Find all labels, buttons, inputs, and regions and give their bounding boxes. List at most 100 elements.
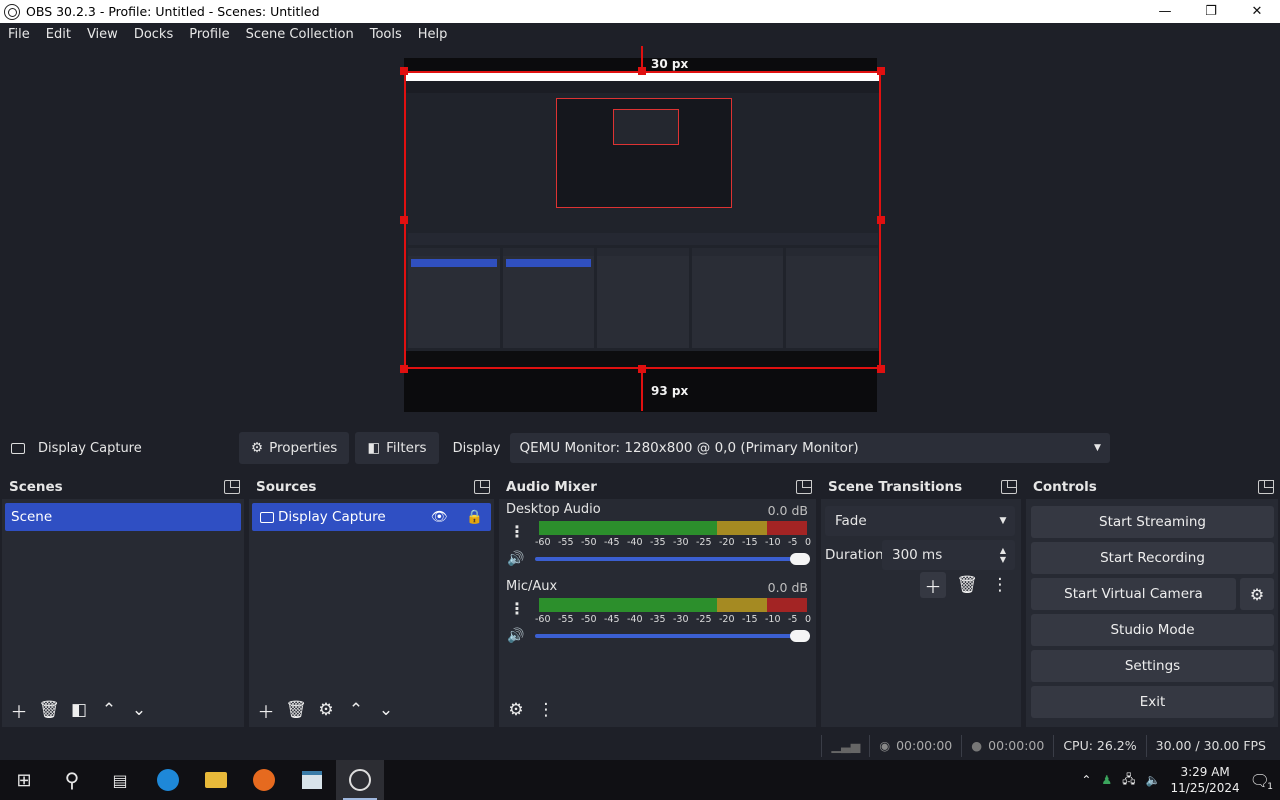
transition-select[interactable]: Fade ▼ [825, 506, 1015, 536]
move-up-icon[interactable]: ⌃ [96, 697, 122, 723]
search-icon[interactable]: ⚲ [48, 760, 96, 800]
settings-button[interactable]: Settings [1031, 650, 1274, 682]
add-scene-icon[interactable]: ＋ [6, 697, 32, 723]
menu-profile[interactable]: Profile [181, 27, 237, 42]
scale-tick: -15 [742, 614, 758, 625]
duration-spinbox[interactable]: 300 ms ▲ ▼ [882, 540, 1015, 570]
trash-icon[interactable]: 🗑 [36, 697, 62, 723]
sources-title: Sources [256, 479, 317, 495]
menu-scene-collection[interactable]: Scene Collection [238, 27, 362, 42]
move-down-icon[interactable]: ⌄ [126, 697, 152, 723]
restore-button[interactable]: ❐ [1188, 0, 1234, 23]
resize-handle-mr[interactable] [877, 216, 885, 224]
studio-mode-button[interactable]: Studio Mode [1031, 614, 1274, 646]
add-source-icon[interactable]: ＋ [253, 697, 279, 723]
slider-knob[interactable] [790, 630, 810, 642]
windows-start-icon[interactable]: ⊞ [0, 760, 48, 800]
volume-meter [539, 521, 807, 535]
start-streaming-button[interactable]: Start Streaming [1031, 506, 1274, 538]
chevron-up-icon[interactable]: ⌃ [1081, 773, 1091, 787]
advanced-audio-gear-icon[interactable]: ⚙ [503, 697, 529, 723]
filter-icon[interactable]: ◧ [66, 697, 92, 723]
menu-tools[interactable]: Tools [362, 27, 410, 42]
visibility-eye-icon[interactable]: 👁 [431, 509, 448, 525]
volume-slider[interactable] [535, 553, 810, 565]
volume-slider[interactable] [535, 630, 810, 642]
notepad-icon[interactable] [288, 760, 336, 800]
kebab-menu-icon[interactable]: ⋮ [507, 599, 527, 619]
menu-bar: File Edit View Docks Profile Scene Colle… [0, 23, 1280, 46]
resize-handle-ml[interactable] [400, 216, 408, 224]
volume-icon[interactable]: 🔈 [1146, 773, 1161, 787]
resize-handle-tl[interactable] [400, 67, 408, 75]
record-icon: ● [971, 738, 983, 753]
nested-dock [408, 248, 500, 348]
resize-handle-br[interactable] [877, 365, 885, 373]
firefox-icon[interactable] [240, 760, 288, 800]
resize-handle-bl[interactable] [400, 365, 408, 373]
spin-arrows-icon[interactable]: ▲ ▼ [991, 540, 1015, 570]
scale-tick: -45 [604, 614, 620, 625]
source-item[interactable]: Display Capture 👁 🔒 [252, 503, 491, 531]
obs-taskbar-icon[interactable] [336, 760, 384, 800]
add-transition-icon[interactable]: ＋ [920, 572, 946, 598]
record-time: 00:00:00 [988, 738, 1045, 753]
sources-dock: Sources Display Capture 👁 🔒 ＋ 🗑 ⚙ ⌃ ⌄ [249, 475, 494, 727]
nested-preview-inner [613, 109, 679, 145]
undock-icon[interactable] [474, 480, 490, 494]
scene-item[interactable]: Scene [5, 503, 241, 531]
properties-button[interactable]: ⚙ Properties [239, 432, 350, 464]
kebab-menu-icon[interactable]: ⋮ [987, 572, 1013, 598]
user-icon[interactable]: ♟ [1101, 773, 1112, 787]
trash-icon[interactable]: 🗑 [283, 697, 309, 723]
filters-button[interactable]: ◧ Filters [355, 432, 439, 464]
menu-file[interactable]: File [0, 27, 38, 42]
lock-icon[interactable]: 🔒 [466, 509, 483, 525]
controls-body: Start Streaming Start Recording Start Vi… [1026, 500, 1278, 727]
move-down-icon[interactable]: ⌄ [373, 697, 399, 723]
file-explorer-icon[interactable] [192, 760, 240, 800]
edge-browser-icon[interactable] [144, 760, 192, 800]
kebab-menu-icon[interactable]: ⋮ [507, 522, 527, 542]
network-icon[interactable]: 🖧 [1122, 770, 1135, 791]
resize-handle-tr[interactable] [877, 67, 885, 75]
clock[interactable]: 3:29 AM 11/25/2024 [1171, 764, 1240, 796]
task-view-icon[interactable]: ▤ [96, 760, 144, 800]
nested-dock [502, 248, 595, 348]
scale-tick: -30 [673, 537, 689, 548]
minimize-button[interactable]: — [1142, 0, 1188, 23]
undock-icon[interactable] [796, 480, 812, 494]
speaker-icon[interactable]: 🔊 [507, 628, 524, 644]
trash-icon[interactable]: 🗑 [954, 572, 980, 598]
scale-tick: -35 [650, 614, 666, 625]
properties-label: Properties [269, 440, 338, 456]
exit-button[interactable]: Exit [1031, 686, 1274, 718]
notification-icon[interactable]: 🗨 1 [1250, 771, 1273, 792]
slider-knob[interactable] [790, 553, 810, 565]
top-guide-label: 30 px [651, 57, 689, 71]
menu-docks[interactable]: Docks [126, 27, 181, 42]
selected-source-name: Display Capture [38, 440, 142, 456]
menu-view[interactable]: View [79, 27, 126, 42]
menu-edit[interactable]: Edit [38, 27, 79, 42]
display-capture-source[interactable] [404, 71, 881, 369]
display-select[interactable]: QEMU Monitor: 1280x800 @ 0,0 (Primary Mo… [509, 433, 1110, 463]
start-virtual-camera-button[interactable]: Start Virtual Camera [1031, 578, 1236, 610]
stream-status: ◉ 00:00:00 [869, 734, 961, 757]
close-button[interactable]: ✕ [1234, 0, 1280, 23]
system-tray: ⌃ ♟ 🖧 🔈 3:29 AM 11/25/2024 🗨 1 [1081, 764, 1280, 796]
undock-icon[interactable] [1258, 480, 1274, 494]
kebab-menu-icon[interactable]: ⋮ [533, 697, 559, 723]
virtual-camera-settings-gear-icon[interactable]: ⚙ [1240, 578, 1274, 610]
speaker-icon[interactable]: 🔊 [507, 551, 524, 567]
start-recording-button[interactable]: Start Recording [1031, 542, 1274, 574]
notification-count: 1 [1267, 781, 1273, 792]
gear-icon[interactable]: ⚙ [313, 697, 339, 723]
undock-icon[interactable] [224, 480, 240, 494]
undock-icon[interactable] [1001, 480, 1017, 494]
scale-tick: -25 [696, 537, 712, 548]
move-up-icon[interactable]: ⌃ [343, 697, 369, 723]
signal-bars-icon: ▁▃▅ [831, 738, 861, 753]
nested-preview [556, 98, 732, 208]
menu-help[interactable]: Help [410, 27, 456, 42]
